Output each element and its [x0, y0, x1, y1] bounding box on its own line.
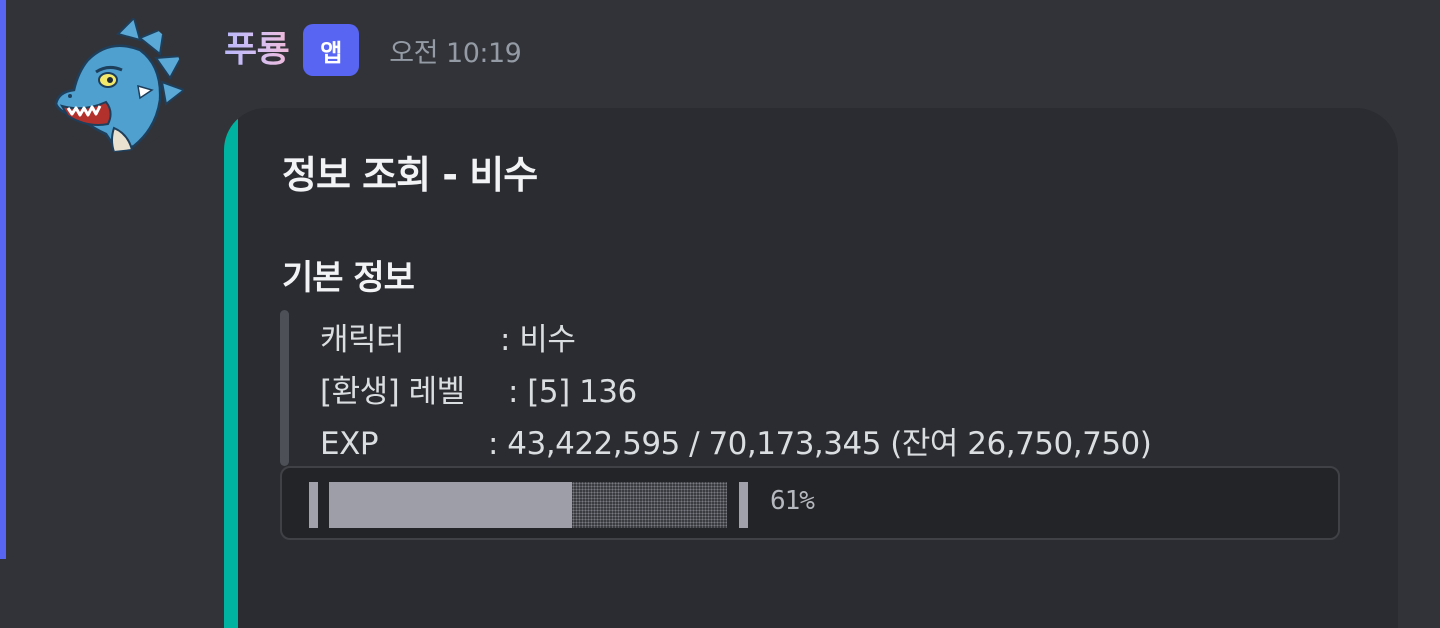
info-row-level: [환생] 레벨 : [5] 136 [320, 366, 637, 411]
embed-accent-bar [224, 108, 238, 628]
exp-progress-percent: 61% [770, 486, 815, 516]
info-row-value: : 비수 [500, 322, 576, 358]
embed-card: 정보 조회 - 비수 기본 정보 캐릭터 : 비수 [환생] 레벨 : [5] 13… [224, 108, 1398, 628]
avatar[interactable] [48, 16, 184, 152]
timestamp[interactable]: 오전 10:19 [389, 31, 522, 70]
exp-progress-track [329, 482, 727, 528]
message-header: 푸룡 앱 오전 10:19 [224, 22, 522, 78]
info-row-value: : [5] 136 [508, 374, 637, 410]
blue-dragon-avatar-icon [48, 16, 184, 152]
info-row-value: : 43,422,595 / 70,173,345 (잔여 26,750,750… [488, 426, 1152, 462]
progress-left-bracket [309, 482, 318, 528]
info-row-label: EXP [320, 426, 379, 462]
info-row-label: [환생] 레벨 [320, 374, 465, 410]
exp-progress-codeblock[interactable]: 61% [280, 466, 1340, 540]
info-row-exp: EXP : 43,422,595 / 70,173,345 (잔여 26,750,… [320, 418, 1152, 463]
progress-right-bracket [739, 482, 748, 528]
mention-highlight-bar [0, 0, 6, 559]
embed-title: 정보 조회 - 비수 [282, 153, 538, 197]
exp-progress-fill [329, 482, 572, 528]
blockquote-bar [280, 310, 289, 466]
field-name: 기본 정보 [282, 258, 415, 298]
blockquote: 캐릭터 : 비수 [환생] 레벨 : [5] 136 EXP : 43,422,595… [280, 310, 1160, 466]
info-row-label: 캐릭터 [320, 322, 405, 358]
info-row-character: 캐릭터 : 비수 [320, 314, 576, 359]
username[interactable]: 푸룡 [224, 32, 290, 68]
app-badge: 앱 [303, 24, 360, 76]
